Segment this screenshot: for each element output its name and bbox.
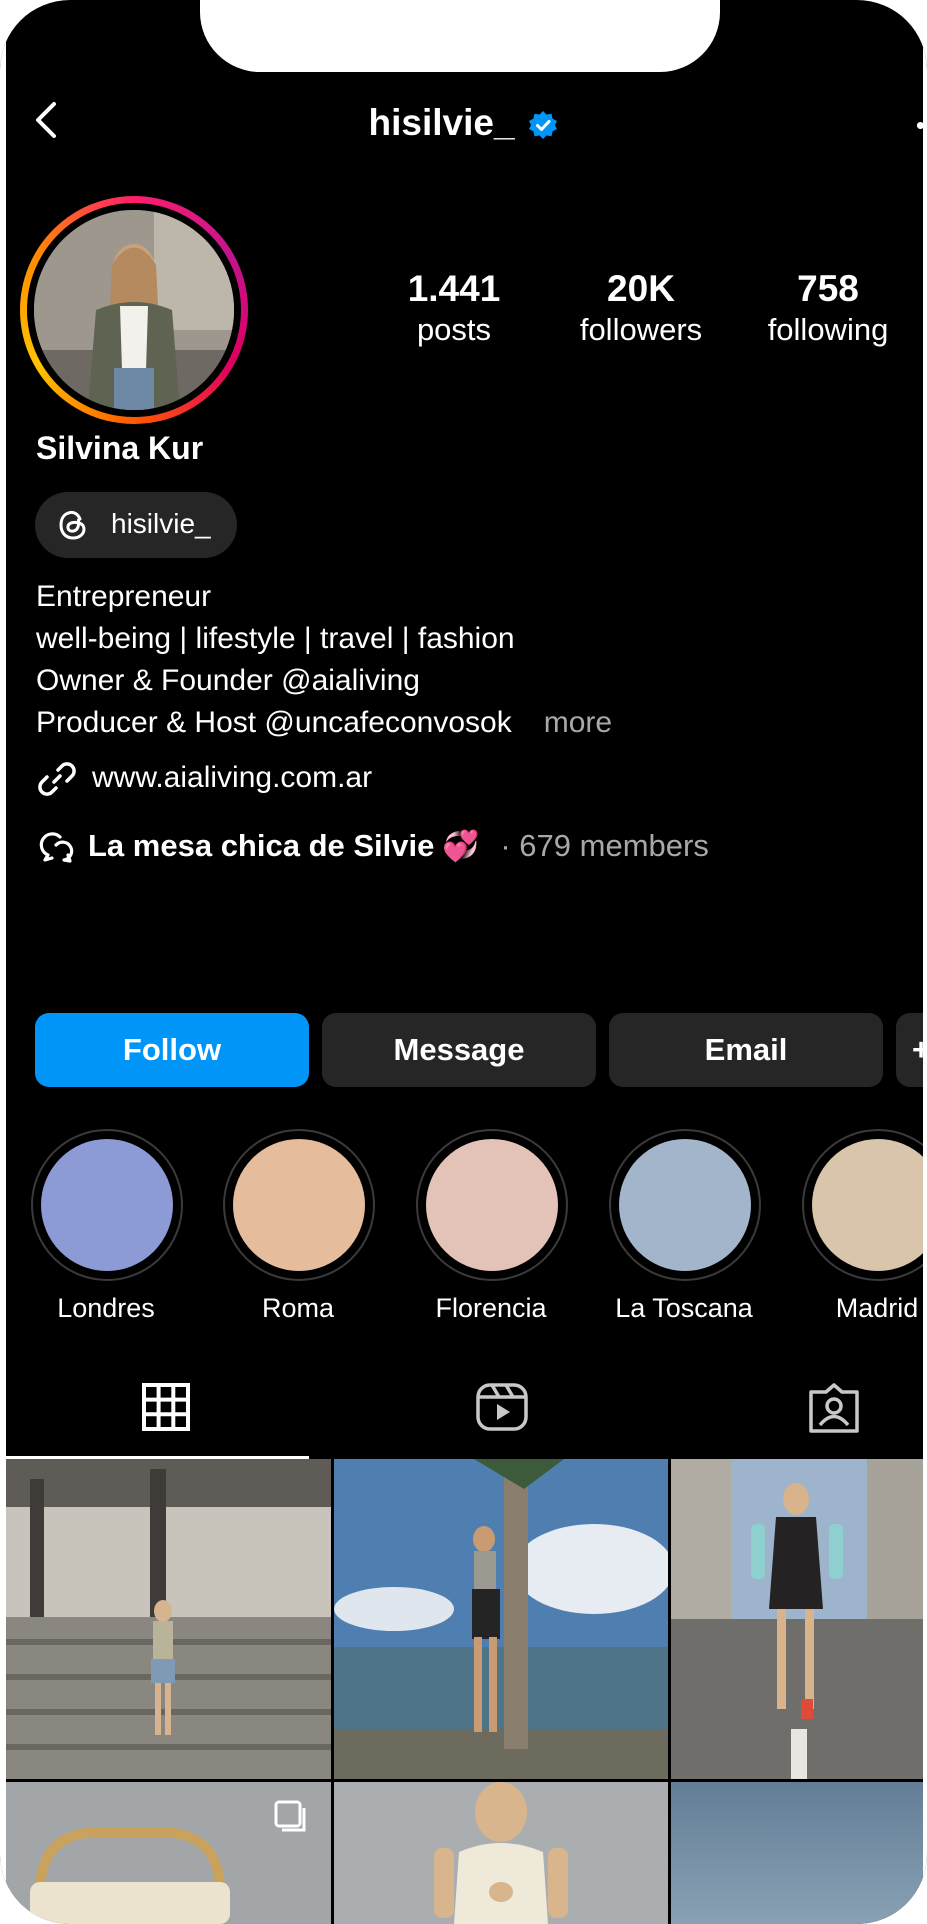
highlight-ring	[802, 1129, 927, 1281]
highlight-ring	[31, 1129, 183, 1281]
highlight-cover	[233, 1139, 365, 1271]
top-bar: hisilvie_ •	[0, 80, 927, 160]
bio-more-link[interactable]: more	[544, 706, 612, 739]
post-image	[0, 1782, 331, 1924]
channel-members: 679 members	[519, 828, 709, 864]
tagged-icon[interactable]	[808, 1382, 860, 1434]
highlight-cover	[426, 1139, 558, 1271]
highlight-cover	[41, 1139, 173, 1271]
stat-posts-value: 1.441	[407, 268, 501, 309]
stat-followers-value: 20K	[607, 268, 675, 309]
highlight-label: Florencia	[435, 1293, 547, 1323]
post-street-black-dress[interactable]	[671, 1459, 927, 1779]
stat-following-label: following	[767, 312, 889, 347]
bio-line-4-text: Producer & Host @uncafeconvosok	[36, 706, 512, 739]
channel-emoji: 💞	[442, 830, 480, 864]
follow-button[interactable]: Follow	[35, 1013, 309, 1087]
stat-posts-label: posts	[416, 312, 492, 347]
post-beach-palm-tree[interactable]	[334, 1459, 668, 1779]
stat-posts[interactable]: 1.441 posts	[354, 268, 554, 350]
post-image	[671, 1459, 927, 1779]
highlight-madrid[interactable]: Madrid	[802, 1129, 927, 1324]
highlight-florencia[interactable]: Florencia	[416, 1129, 568, 1324]
reels-icon[interactable]	[475, 1382, 529, 1432]
avatar[interactable]	[34, 210, 234, 410]
website-url: www.aialiving.com.ar	[92, 760, 373, 794]
stat-followers-label: followers	[579, 312, 703, 347]
highlight-label: Londres	[57, 1293, 155, 1323]
channel-name: La mesa chica de Silvie	[88, 828, 435, 864]
link-icon	[38, 762, 76, 796]
post-stairs-denim-shorts[interactable]	[0, 1459, 331, 1779]
bio-line-2: well-being | lifestyle | travel | fashio…	[36, 622, 515, 655]
message-button[interactable]: Message	[322, 1013, 596, 1087]
stat-following-value: 758	[797, 268, 859, 309]
post-white-dress[interactable]	[334, 1782, 668, 1924]
highlight-cover	[619, 1139, 751, 1271]
username-title: hisilvie_	[368, 102, 515, 143]
device-notch	[200, 0, 720, 72]
post-image	[0, 1459, 331, 1779]
threads-icon	[59, 510, 86, 540]
highlight-label: Roma	[261, 1293, 335, 1323]
highlight-roma[interactable]: Roma	[223, 1129, 375, 1324]
frame-edge	[0, 0, 6, 1924]
frame-edge	[923, 0, 927, 1924]
bio-line-1: Entrepreneur	[36, 580, 212, 613]
threads-handle: hisilvie_	[111, 508, 211, 539]
threads-badge[interactable]: hisilvie_	[35, 492, 237, 558]
story-ring[interactable]	[20, 196, 248, 424]
grid-icon[interactable]	[141, 1382, 191, 1432]
bio-line-3: Owner & Founder @aialiving	[36, 664, 420, 697]
highlight-ring	[609, 1129, 761, 1281]
channel-icon	[39, 832, 74, 863]
highlight-cover	[812, 1139, 927, 1271]
website-link[interactable]: www.aialiving.com.ar	[36, 758, 372, 800]
highlight-ring	[416, 1129, 568, 1281]
post-handbag[interactable]	[0, 1782, 331, 1924]
highlight-la-toscana[interactable]: La Toscana	[609, 1129, 761, 1324]
bio-line-4: Producer & Host @uncafeconvosok more	[36, 703, 612, 743]
post-image	[334, 1459, 668, 1779]
post-image	[334, 1782, 668, 1924]
post-sky[interactable]	[671, 1782, 927, 1924]
channel-separator: ·	[500, 828, 511, 864]
highlight-londres[interactable]: Londres	[31, 1129, 183, 1324]
profile-name: Silvina Kur	[36, 430, 204, 466]
highlight-label: La Toscana	[615, 1293, 753, 1323]
profile-username-header: hisilvie_	[0, 102, 927, 144]
profile-screen: hisilvie_ • 1.441 posts 20K followers 75…	[0, 0, 927, 1924]
broadcast-channel[interactable]: La mesa chica de Silvie 💞 · 679 members	[36, 828, 709, 868]
highlight-ring	[223, 1129, 375, 1281]
verified-badge-icon	[528, 111, 557, 140]
avatar-photo	[34, 210, 234, 410]
email-button[interactable]: Email	[609, 1013, 883, 1087]
highlight-label: Madrid	[835, 1293, 919, 1323]
stat-followers[interactable]: 20K followers	[541, 268, 741, 350]
stat-following[interactable]: 758 following	[728, 268, 927, 350]
